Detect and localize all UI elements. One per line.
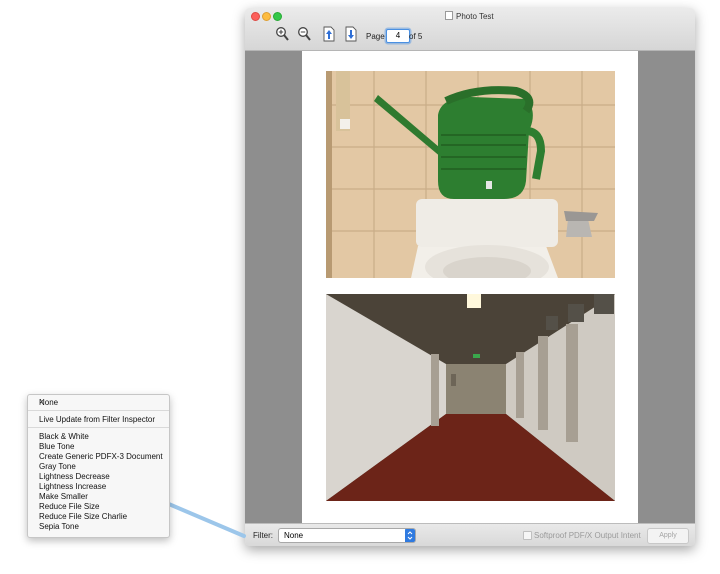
menu-item-label: Black & White [39, 432, 89, 441]
filter-popup-menu: ✓ None Live Update from Filter Inspector… [27, 394, 170, 538]
menu-separator [28, 427, 169, 428]
menu-item-reduce-file-size-charlie[interactable]: Reduce File Size Charlie [28, 512, 169, 522]
menu-item-reduce-file-size[interactable]: Reduce File Size [28, 502, 169, 512]
menu-item-label: Lightness Decrease [39, 472, 110, 481]
menu-item-gray-tone[interactable]: Gray Tone [28, 462, 169, 472]
menu-item-label: Reduce File Size [39, 502, 100, 511]
menu-item-label: Live Update from Filter Inspector [39, 415, 156, 424]
menu-item-lightness-increase[interactable]: Lightness Increase [28, 482, 169, 492]
menu-item-label: Gray Tone [39, 462, 76, 471]
menu-item-blue-tone[interactable]: Blue Tone [28, 442, 169, 452]
menu-item-black-white[interactable]: Black & White [28, 432, 169, 442]
menu-item-live-update[interactable]: Live Update from Filter Inspector [28, 415, 169, 425]
menu-item-none[interactable]: ✓ None [28, 398, 169, 408]
menu-item-label: Sepia Tone [39, 522, 79, 531]
menu-item-label: Reduce File Size Charlie [39, 512, 128, 521]
menu-item-label: Create Generic PDFX-3 Document [39, 452, 163, 461]
menu-item-pdfx3[interactable]: Create Generic PDFX-3 Document [28, 452, 169, 462]
menu-item-make-smaller[interactable]: Make Smaller [28, 492, 169, 502]
menu-item-label: Blue Tone [39, 442, 75, 451]
menu-separator [28, 410, 169, 411]
menu-item-label: Make Smaller [39, 492, 88, 501]
menu-item-label: None [39, 398, 59, 407]
menu-item-lightness-decrease[interactable]: Lightness Decrease [28, 472, 169, 482]
menu-item-label: Lightness Increase [39, 482, 107, 491]
menu-item-sepia-tone[interactable]: Sepia Tone [28, 522, 169, 532]
